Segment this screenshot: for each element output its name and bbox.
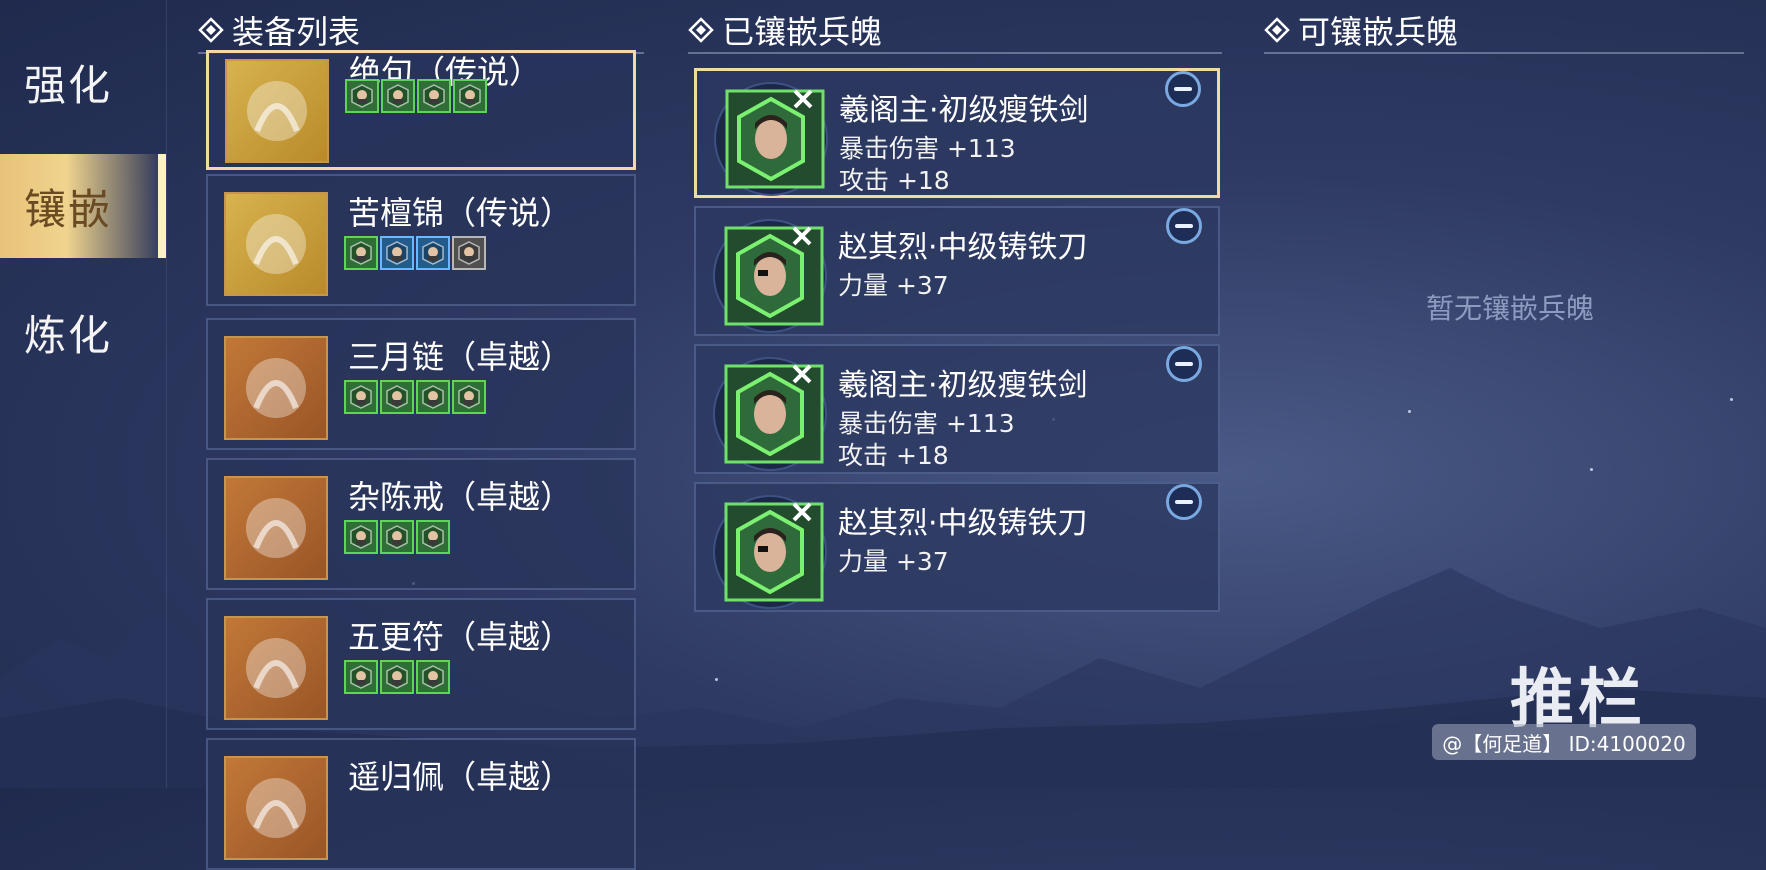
- equipment-name: 遥归佩（卓越）: [348, 758, 573, 796]
- divider: [1264, 52, 1744, 54]
- equipment-thumbnail: [224, 476, 328, 580]
- gem-slots: [344, 660, 450, 694]
- embedded-soul-card[interactable]: 羲阁主·初级瘦铁剑暴击伤害 +113 攻击 +18: [694, 68, 1220, 198]
- soul-name: 羲阁主·初级瘦铁剑: [839, 93, 1089, 128]
- divider: [688, 52, 1222, 54]
- soul-portrait-icon: [713, 495, 827, 609]
- soul-name: 赵其烈·中级铸铁刀: [838, 230, 1088, 265]
- section-title: 可镶嵌兵魄: [1298, 13, 1459, 51]
- star: [1730, 398, 1733, 401]
- equipment-thumbnail: [224, 756, 328, 860]
- gem-slot-icon: [416, 236, 450, 270]
- soul-stat: 攻击 +18: [838, 441, 949, 470]
- embedded-soul-card[interactable]: 羲阁主·初级瘦铁剑暴击伤害 +113 攻击 +18: [694, 344, 1220, 474]
- embedded-soul-card[interactable]: 赵其烈·中级铸铁刀力量 +37: [694, 482, 1220, 612]
- gem-slots: [344, 520, 450, 554]
- equipment-item[interactable]: 苦檀锦（传说）: [206, 174, 636, 306]
- embedded-header: 已镶嵌兵魄: [688, 8, 882, 52]
- equipment-thumbnail: [224, 192, 328, 296]
- star: [715, 678, 718, 681]
- embedded-soul-card[interactable]: 赵其烈·中级铸铁刀力量 +37: [694, 206, 1220, 336]
- star: [1590, 468, 1593, 471]
- soul-stat: 力量 +37: [838, 547, 949, 576]
- gem-slot-icon: [344, 380, 378, 414]
- diamond-icon: [198, 17, 224, 43]
- equipment-item[interactable]: 遥归佩（卓越）: [206, 738, 636, 870]
- gem-slot-icon: [345, 79, 379, 113]
- nav-tab-strengthen[interactable]: 强化: [0, 30, 166, 134]
- nav-tab-inlay[interactable]: 镶嵌: [0, 154, 166, 258]
- gem-slot-icon: [416, 520, 450, 554]
- minus-icon: [1175, 362, 1193, 366]
- nav-tab-refine[interactable]: 炼化: [0, 280, 166, 384]
- equipment-name: 三月链（卓越）: [348, 338, 573, 376]
- gem-slot-icon: [380, 520, 414, 554]
- empty-available-text: 暂无镶嵌兵魄: [1426, 292, 1595, 325]
- gem-slot-icon: [417, 79, 451, 113]
- nav-tab-label: 强化: [24, 60, 113, 110]
- soul-stat: 力量 +37: [838, 271, 949, 300]
- soul-name: 羲阁主·初级瘦铁剑: [838, 368, 1088, 403]
- remove-soul-button[interactable]: [1166, 208, 1202, 244]
- equipment-item[interactable]: 五更符（卓越）: [206, 598, 636, 730]
- gem-slot-icon: [380, 380, 414, 414]
- gem-slots: [344, 236, 486, 270]
- soul-portrait-icon: [713, 357, 827, 471]
- gem-slots: [345, 79, 487, 113]
- diamond-icon: [688, 17, 714, 43]
- star: [1408, 410, 1411, 413]
- gem-slot-icon: [452, 236, 486, 270]
- soul-name: 赵其烈·中级铸铁刀: [838, 506, 1088, 541]
- equipment-name: 杂陈戒（卓越）: [348, 478, 573, 516]
- soul-portrait-icon: [713, 219, 827, 333]
- gem-slot-icon: [453, 79, 487, 113]
- watermark-badge: @【何足道】 ID:4100020: [1432, 724, 1696, 760]
- soul-portrait-icon: [714, 82, 828, 196]
- gem-slot-icon: [380, 660, 414, 694]
- remove-soul-button[interactable]: [1166, 484, 1202, 520]
- equipment-list-header: 装备列表: [198, 8, 360, 52]
- section-title: 已镶嵌兵魄: [722, 13, 883, 51]
- gem-slot-icon: [380, 236, 414, 270]
- equipment-thumbnail: [224, 336, 328, 440]
- gem-slot-icon: [344, 660, 378, 694]
- gem-slot-icon: [344, 236, 378, 270]
- minus-icon: [1175, 224, 1193, 228]
- minus-icon: [1174, 87, 1192, 91]
- gem-slot-icon: [344, 520, 378, 554]
- remove-soul-button[interactable]: [1165, 71, 1201, 107]
- equipment-thumbnail: [224, 616, 328, 720]
- equipment-thumbnail: [225, 59, 329, 163]
- side-nav: 强化 镶嵌 炼化: [0, 0, 167, 788]
- gem-slot-icon: [416, 380, 450, 414]
- soul-stat: 暴击伤害 +113: [838, 409, 1015, 438]
- equipment-name: 苦檀锦（传说）: [348, 194, 573, 232]
- gem-slot-icon: [381, 79, 415, 113]
- equipment-name: 五更符（卓越）: [348, 618, 573, 656]
- gem-slot-icon: [452, 380, 486, 414]
- gem-slots: [344, 380, 486, 414]
- equipment-item[interactable]: 绝句（传说）: [206, 50, 636, 170]
- equipment-item[interactable]: 三月链（卓越）: [206, 318, 636, 450]
- section-title: 装备列表: [232, 13, 361, 51]
- nav-tab-label: 镶嵌: [24, 184, 113, 234]
- available-header: 可镶嵌兵魄: [1264, 8, 1458, 52]
- diamond-icon: [1264, 17, 1290, 43]
- gem-slot-icon: [416, 660, 450, 694]
- minus-icon: [1175, 500, 1193, 504]
- soul-stat: 攻击 +18: [839, 166, 950, 195]
- equipment-item[interactable]: 杂陈戒（卓越）: [206, 458, 636, 590]
- soul-stat: 暴击伤害 +113: [839, 134, 1016, 163]
- nav-tab-label: 炼化: [24, 310, 113, 360]
- remove-soul-button[interactable]: [1166, 346, 1202, 382]
